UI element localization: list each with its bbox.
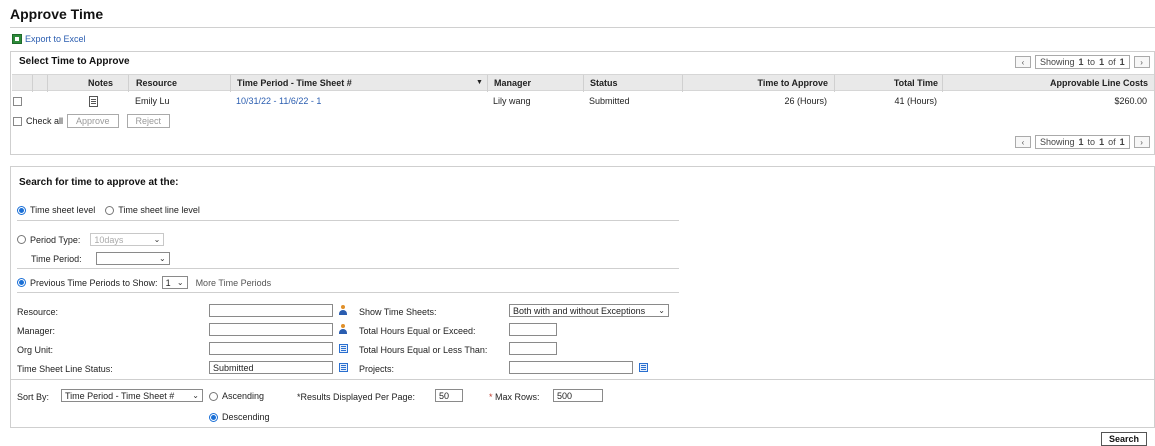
reject-button[interactable]: Reject [126, 114, 171, 128]
hours-exceed-input[interactable] [509, 323, 557, 336]
time-sheet-level-label: Time sheet level [30, 205, 96, 215]
notes-icon[interactable] [89, 96, 98, 107]
list-lookup-icon[interactable] [639, 363, 648, 372]
manager-label: Manager: [17, 326, 56, 336]
manager-input[interactable] [209, 323, 333, 336]
prev-page-button-bottom[interactable]: ‹ [1015, 136, 1031, 148]
row-manager: Lily wang [493, 96, 531, 106]
approve-button[interactable]: Approve [67, 114, 119, 128]
ascending-option: Ascending [209, 391, 264, 401]
pager-bottom: ‹ Showing 1 to 1 of 1 › [1015, 135, 1150, 149]
col-notes[interactable]: Notes [88, 78, 113, 88]
export-label: Export to Excel [25, 34, 86, 44]
pager-status-bottom: Showing 1 to 1 of 1 [1035, 135, 1130, 149]
sort-by-label: Sort By: [17, 392, 50, 402]
person-lookup-icon[interactable] [339, 305, 347, 315]
approve-panel-title: Select Time to Approve [19, 56, 130, 67]
time-period-label: Time Period: [31, 253, 82, 264]
export-to-excel-link[interactable]: Export to Excel [12, 34, 86, 44]
col-time-to-approve[interactable]: Time to Approve [752, 78, 828, 88]
bulk-actions: Check all Approve Reject [13, 114, 171, 128]
person-lookup-icon[interactable] [339, 324, 347, 334]
col-line-costs[interactable]: Approvable Line Costs [1012, 78, 1148, 88]
sort-by-select[interactable]: Time Period - Time Sheet # ⌄ [61, 389, 203, 402]
search-panel-title: Search for time to approve at the: [19, 177, 179, 188]
col-time-period[interactable]: Time Period - Time Sheet # [237, 78, 352, 88]
hours-less-label: Total Hours Equal or Less Than: [359, 345, 488, 355]
table-row [13, 97, 22, 108]
more-time-periods-link[interactable]: More Time Periods [196, 278, 272, 288]
col-resource[interactable]: Resource [136, 78, 177, 88]
ascending-radio[interactable] [209, 391, 218, 401]
list-lookup-icon[interactable] [339, 344, 348, 353]
period-type-select[interactable]: 10days ⌄ [90, 233, 165, 246]
max-rows-input[interactable]: 500 [553, 389, 603, 402]
chevron-down-icon: ⌄ [192, 391, 199, 400]
prev-page-button[interactable]: ‹ [1015, 56, 1031, 68]
row-time-to-approve: 26 (Hours) [784, 96, 827, 106]
period-type-radio[interactable] [17, 235, 26, 244]
pager-top: ‹ Showing 1 to 1 of 1 › [1015, 55, 1150, 69]
next-page-button[interactable]: › [1133, 56, 1150, 68]
max-rows-label: Max Rows: [495, 392, 540, 402]
chevron-down-icon: ⌄ [658, 306, 665, 315]
ascending-label: Ascending [222, 391, 265, 401]
org-unit-input[interactable] [209, 342, 333, 355]
line-status-label: Time Sheet Line Status: [17, 364, 113, 374]
sort-desc-icon: ▼ [476, 79, 483, 86]
descending-option: Descending [209, 412, 270, 422]
required-mark: * [489, 392, 493, 402]
time-period-row: Time Period: ⌄ [31, 252, 170, 265]
descending-label: Descending [222, 412, 270, 422]
projects-input[interactable] [509, 361, 633, 374]
excel-icon [12, 34, 22, 44]
period-type-label: Period Type: [30, 234, 81, 245]
descending-radio[interactable] [209, 412, 218, 422]
check-all-label: Check all [26, 116, 64, 126]
results-per-page-label: *Results Displayed Per Page: [297, 392, 416, 402]
time-sheet-line-level-radio[interactable] [105, 205, 115, 215]
col-total-time[interactable]: Total Time [864, 78, 938, 88]
time-sheet-line-level-label: Time sheet line level [118, 205, 200, 215]
pager-status: Showing 1 to 1 of 1 [1035, 55, 1130, 69]
previous-periods-select[interactable]: 1 ⌄ [161, 276, 188, 289]
col-status[interactable]: Status [590, 78, 618, 88]
chevron-down-icon: ⌄ [153, 235, 161, 244]
row-select-checkbox[interactable] [13, 97, 22, 106]
previous-periods-row: Previous Time Periods to Show: 1 ⌄ More T… [17, 276, 271, 289]
period-type-row: Period Type: 10days ⌄ [17, 233, 165, 246]
row-time-period-link[interactable]: 10/31/22 - 11/6/22 - 1 [236, 96, 321, 106]
hours-exceed-label: Total Hours Equal or Exceed: [359, 326, 476, 336]
time-period-select[interactable]: ⌄ [95, 252, 170, 265]
hours-less-input[interactable] [509, 342, 557, 355]
org-unit-label: Org Unit: [17, 345, 54, 355]
level-options: Time sheet level Time sheet line level [17, 205, 200, 215]
previous-periods-label: Previous Time Periods to Show: [30, 277, 158, 288]
approve-panel: Select Time to Approve ‹ Showing 1 to 1 … [10, 51, 1155, 155]
row-resource: Emily Lu [135, 96, 170, 106]
time-sheet-level-radio[interactable] [17, 205, 26, 215]
previous-periods-radio[interactable] [17, 278, 26, 287]
results-per-page-input[interactable]: 50 [435, 389, 463, 402]
row-total-time: 41 (Hours) [894, 96, 937, 106]
page-title: Approve Time [10, 6, 104, 22]
next-page-button-bottom[interactable]: › [1133, 136, 1150, 148]
row-line-costs: $260.00 [1114, 96, 1147, 106]
line-status-input[interactable]: Submitted [209, 361, 333, 374]
search-panel: Search for time to approve at the: Time … [10, 166, 1155, 428]
resource-label: Resource: [17, 307, 59, 317]
projects-label: Projects: [359, 364, 395, 374]
row-status: Submitted [589, 96, 630, 106]
show-time-sheets-select[interactable]: Both with and without Exceptions ⌄ [509, 304, 669, 317]
check-all-checkbox[interactable] [13, 116, 22, 126]
list-lookup-icon[interactable] [339, 363, 348, 372]
chevron-down-icon: ⌄ [176, 278, 184, 287]
title-divider [10, 27, 1155, 28]
col-manager[interactable]: Manager [494, 78, 531, 88]
resource-input[interactable] [209, 304, 333, 317]
show-time-sheets-label: Show Time Sheets: [359, 307, 437, 317]
chevron-down-icon: ⌄ [158, 254, 166, 263]
grid-header: Notes Resource Time Period - Time Sheet … [12, 74, 1154, 92]
